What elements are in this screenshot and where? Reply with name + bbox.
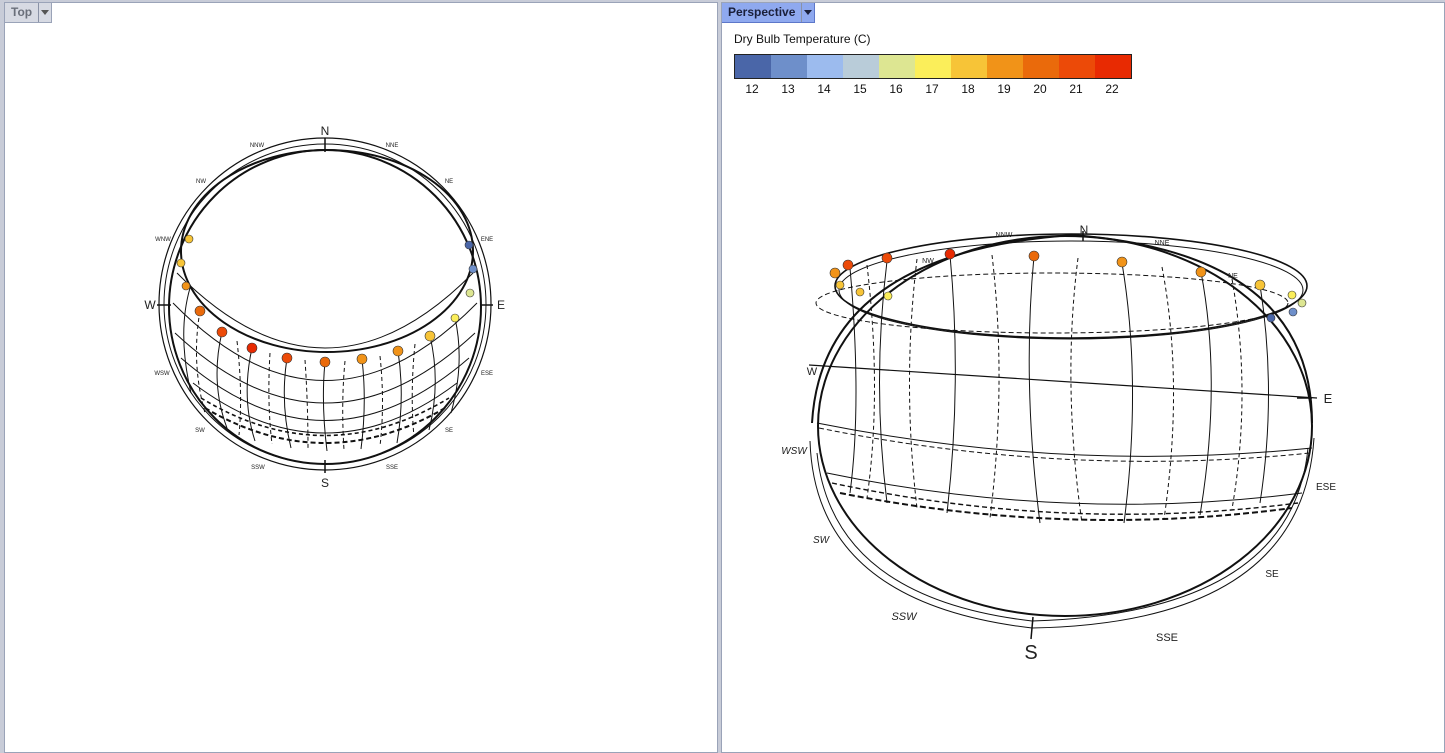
label-se: SE	[1265, 569, 1279, 580]
label-ssw: SSW	[891, 611, 918, 623]
label-e: E	[497, 298, 505, 312]
label-n: N	[321, 124, 330, 138]
sun-point	[944, 248, 956, 260]
perspective-viewport[interactable]: Perspective Dry Bulb Temperature (C) 12 1…	[721, 2, 1445, 753]
label-n: N	[1080, 223, 1089, 237]
label-ene: ENE	[481, 237, 493, 243]
sun-point	[424, 330, 436, 342]
sun-point	[181, 281, 191, 291]
label-nw: NW	[196, 179, 206, 185]
sun-point	[246, 342, 258, 354]
label-wsw: WSW	[781, 446, 808, 457]
summer-path-ellipse	[180, 149, 474, 353]
sun-point	[1297, 298, 1307, 308]
label-ne: NE	[1228, 273, 1238, 280]
sun-point	[176, 258, 186, 268]
label-w: W	[144, 298, 156, 312]
top-ring	[834, 233, 1308, 339]
sun-point	[1287, 290, 1297, 300]
sun-point	[184, 234, 194, 244]
sun-point	[1254, 279, 1266, 291]
sun-point	[1266, 313, 1276, 323]
label-sse: SSE	[386, 465, 398, 471]
sun-point	[1195, 266, 1207, 278]
perspective-sunpath-diagram: N E S W NNW NNE NW NE WSW ESE SW SE SSW …	[781, 223, 1336, 664]
label-nne: NNE	[1155, 240, 1170, 247]
label-wnw: WNW	[155, 237, 171, 243]
label-e: E	[1324, 391, 1333, 406]
label-sse: SSE	[1156, 632, 1178, 644]
label-s: S	[1024, 642, 1037, 664]
sun-point	[1028, 250, 1040, 262]
sun-point	[881, 252, 893, 264]
label-nw: NW	[922, 258, 934, 265]
label-se: SE	[445, 428, 453, 434]
sun-point	[194, 305, 206, 317]
label-ese: ESE	[1316, 482, 1336, 493]
sun-point	[356, 353, 368, 365]
label-ne: NE	[445, 179, 453, 185]
sun-point	[829, 267, 841, 279]
label-s: S	[321, 476, 329, 490]
top-viewport[interactable]: Top N S W E NNW NNE NW NE WNW ENE WSW ES…	[4, 2, 718, 753]
sun-point	[281, 352, 293, 364]
sun-point	[883, 291, 893, 301]
sun-point	[1116, 256, 1128, 268]
sun-point	[450, 313, 460, 323]
sun-point	[842, 259, 854, 271]
sun-point	[392, 345, 404, 357]
label-nne: NNE	[386, 143, 399, 149]
label-sw: SW	[195, 428, 205, 434]
sun-points	[829, 248, 1307, 323]
sun-point	[319, 356, 331, 368]
top-sunpath-diagram: N S W E NNW NNE NW NE WNW ENE WSW ESE SW…	[144, 124, 505, 490]
label-nnw: NNW	[996, 232, 1013, 239]
label-ese: ESE	[481, 371, 493, 377]
sun-point	[1288, 307, 1298, 317]
horizon-ellipse	[817, 235, 1313, 617]
sun-point	[855, 287, 865, 297]
label-w: W	[807, 366, 818, 378]
sun-point	[835, 280, 845, 290]
sun-point	[465, 288, 475, 298]
label-wsw: WSW	[154, 371, 170, 377]
sun-point	[468, 264, 478, 274]
label-ssw: SSW	[251, 465, 265, 471]
label-sw: SW	[813, 535, 831, 546]
sun-point	[216, 326, 228, 338]
sun-point	[464, 240, 474, 250]
label-nnw: NNW	[250, 143, 265, 149]
